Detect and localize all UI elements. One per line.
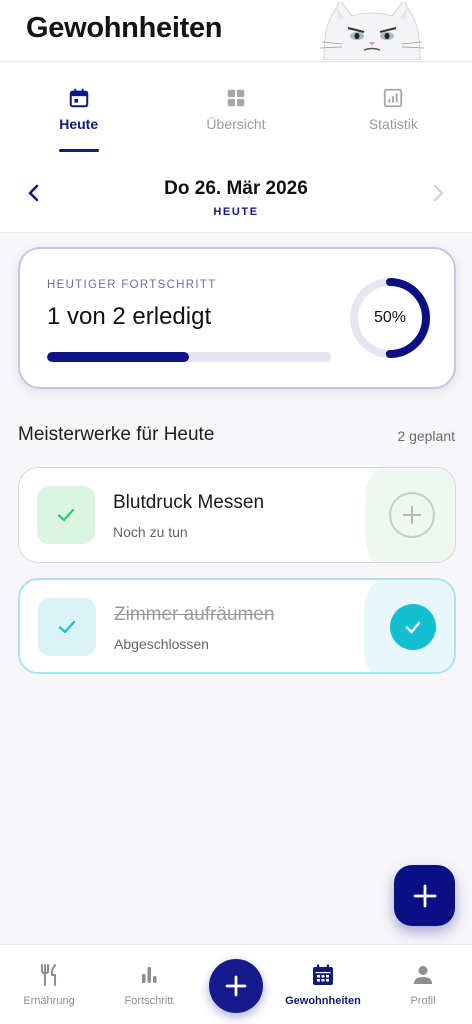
habit-name: Zimmer aufräumen [114, 604, 275, 625]
plus-icon [225, 975, 247, 997]
tab-label: Übersicht [206, 116, 266, 132]
check-icon [58, 620, 76, 634]
calendar-icon [69, 88, 88, 108]
chart-icon [384, 88, 403, 108]
tab-heute[interactable]: Heute [0, 63, 157, 153]
active-tab-indicator [58, 149, 99, 152]
nav-item-profil[interactable]: Profil [378, 963, 468, 1007]
add-habit-button[interactable] [394, 865, 455, 926]
tab-statistik[interactable]: Statistik [315, 63, 472, 153]
quick-add-button[interactable] [209, 959, 263, 1013]
check-icon [405, 621, 421, 634]
progress-label: HEUTIGER FORTSCHRITT [47, 279, 217, 291]
nav-label: Profil [410, 995, 436, 1007]
tab-label: Heute [59, 116, 99, 132]
progress-value: 1 von 2 erledigt [47, 303, 212, 330]
habit-status: Noch zu tun [113, 524, 188, 540]
calendar-grid-icon [313, 964, 333, 985]
habit-card[interactable]: Blutdruck Messen Noch zu tun [18, 467, 456, 563]
nav-label: Gewohnheiten [285, 995, 361, 1007]
nav-label: Ernährung [23, 995, 75, 1007]
progress-bar [47, 352, 331, 362]
date-navigator: Do 26. Mär 2026 HEUTE [0, 153, 472, 233]
uncomplete-habit-button[interactable] [390, 604, 436, 650]
grid-icon [227, 89, 245, 107]
habit-status: Abgeschlossen [114, 636, 209, 652]
app-title: Gewohnheiten [26, 12, 223, 44]
habit-icon [38, 598, 96, 656]
nav-item-ernaehrung[interactable]: Ernährung [4, 963, 94, 1007]
plus-icon [403, 506, 421, 524]
progress-percent: 50% [373, 309, 407, 326]
next-day-button[interactable] [424, 179, 452, 207]
current-date: Do 26. Mär 2026 [164, 178, 308, 199]
habit-name: Blutdruck Messen [113, 492, 265, 513]
nav-label: Fortschritt [124, 995, 174, 1007]
bottom-navigation: Ernährung Fortschritt Gewohnheiten Profi… [0, 944, 472, 1024]
chevron-right-icon [433, 184, 444, 202]
daily-progress-card: HEUTIGER FORTSCHRITT 1 von 2 erledigt 50… [18, 247, 456, 389]
nav-item-gewohnheiten[interactable]: Gewohnheiten [278, 963, 368, 1007]
person-icon [414, 966, 432, 984]
habit-icon [37, 486, 95, 544]
tab-label: Statistik [368, 116, 418, 132]
nav-item-fortschritt[interactable]: Fortschritt [104, 963, 194, 1007]
fork-knife-icon [41, 964, 56, 986]
bar-chart-icon [142, 967, 157, 983]
complete-habit-button[interactable] [389, 492, 435, 538]
progress-bar-fill [47, 352, 189, 362]
section-count: 2 geplant [397, 428, 455, 444]
view-tabs: Heute Übersicht Statistik [0, 63, 472, 153]
date-relative-label: HEUTE [213, 206, 259, 218]
section-title: Meisterwerke für Heute [18, 424, 215, 445]
app-header: Gewohnheiten [0, 0, 472, 62]
grumpy-cat-mascot-icon [319, 2, 425, 60]
habit-card[interactable]: Zimmer aufräumen Abgeschlossen [18, 578, 456, 674]
plus-icon [413, 884, 436, 907]
tab-uebersicht[interactable]: Übersicht [157, 63, 314, 153]
check-icon [57, 508, 75, 522]
